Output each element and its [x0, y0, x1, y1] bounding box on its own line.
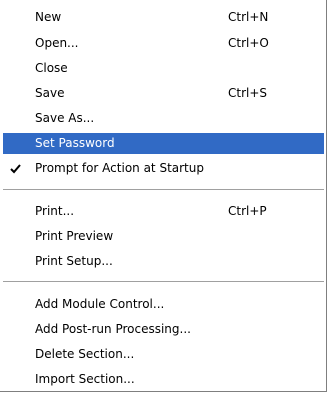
menu-item-shortcut: Ctrl+P: [228, 204, 267, 218]
menu-item-import-section[interactable]: Import Section...: [3, 369, 324, 390]
menu-item-label: Print Preview: [35, 229, 114, 243]
menu-item-prompt-for-action[interactable]: Prompt for Action at Startup: [3, 158, 324, 179]
menu-item-label: Add Module Control...: [35, 297, 165, 311]
menu-item-label: Import Section...: [35, 372, 135, 386]
menu-item-shortcut: Ctrl+N: [228, 10, 269, 24]
menu-item-label: New: [35, 10, 62, 24]
menu-item-label: Delete Section...: [35, 347, 135, 361]
menu-separator: [3, 189, 324, 190]
menu-item-new[interactable]: New Ctrl+N: [3, 7, 324, 28]
menu-item-label: Save As...: [35, 111, 95, 125]
menu-item-label: Set Password: [35, 136, 115, 150]
menu-separator: [3, 281, 324, 282]
menu-item-label: Prompt for Action at Startup: [35, 161, 204, 175]
menu-item-close[interactable]: Close: [3, 58, 324, 79]
checkmark-icon: [10, 164, 21, 174]
menu-item-label: Open...: [35, 36, 79, 50]
menu-item-print-preview[interactable]: Print Preview: [3, 226, 324, 247]
menu-item-label: Add Post-run Processing...: [35, 322, 191, 336]
menu-item-save-as[interactable]: Save As...: [3, 108, 324, 129]
menu-item-label: Close: [35, 61, 68, 75]
menu-item-print[interactable]: Print... Ctrl+P: [3, 201, 324, 222]
menu-item-save[interactable]: Save Ctrl+S: [3, 83, 324, 104]
menu-item-shortcut: Ctrl+O: [228, 36, 269, 50]
menu-item-add-module-control[interactable]: Add Module Control...: [3, 294, 324, 315]
menu-item-set-password[interactable]: Set Password: [3, 133, 324, 154]
file-menu: New Ctrl+N Open... Ctrl+O Close Save Ctr…: [0, 0, 327, 392]
menu-item-label: Save: [35, 86, 65, 100]
menu-item-shortcut: Ctrl+S: [228, 86, 268, 100]
menu-item-print-setup[interactable]: Print Setup...: [3, 251, 324, 272]
menu-item-open[interactable]: Open... Ctrl+O: [3, 33, 324, 54]
menu-item-delete-section[interactable]: Delete Section...: [3, 344, 324, 365]
menu-item-label: Print Setup...: [35, 254, 113, 268]
menu-item-label: Print...: [35, 204, 75, 218]
menu-item-add-post-run-processing[interactable]: Add Post-run Processing...: [3, 319, 324, 340]
